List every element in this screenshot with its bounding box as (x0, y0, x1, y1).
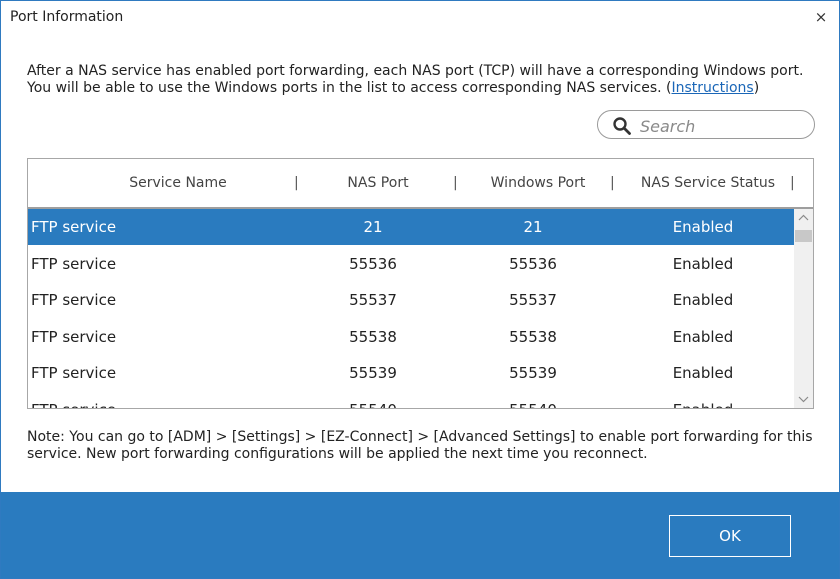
table-row[interactable]: FTP service 55539 55539 Enabled (28, 355, 794, 391)
service-name-cell: FTP service (31, 328, 117, 346)
windows-port-cell: 55540 (458, 401, 608, 408)
search-box[interactable] (597, 110, 815, 139)
vertical-scrollbar[interactable] (794, 209, 813, 408)
table-body: FTP service 21 21 Enabled FTP service 55… (28, 209, 794, 408)
column-separator: | (453, 175, 458, 191)
search-input[interactable] (638, 115, 802, 137)
description-suffix: ) (753, 80, 760, 96)
header-service-name[interactable]: Service Name (118, 175, 238, 191)
dialog-footer: OK (1, 492, 839, 578)
title-bar: Port Information × (1, 1, 839, 35)
status-cell: Enabled (628, 401, 778, 408)
column-separator: | (790, 175, 795, 191)
windows-port-cell: 55538 (509, 328, 557, 346)
header-nas-port[interactable]: NAS Port (328, 175, 428, 191)
column-separator: | (294, 175, 299, 191)
nas-port-cell: 21 (363, 218, 383, 236)
status-cell: Enabled (672, 218, 734, 236)
nas-port-cell: 55536 (349, 255, 397, 273)
service-name-cell: FTP service (31, 218, 117, 236)
status-cell: Enabled (672, 291, 734, 309)
ok-button[interactable]: OK (669, 515, 791, 557)
service-name-cell: FTP service (31, 364, 117, 382)
port-information-dialog: Port Information × After a NAS service h… (0, 0, 840, 579)
note-text: Note: You can go to [ADM] > [Settings] >… (27, 429, 813, 462)
windows-port-cell: 55539 (509, 364, 557, 382)
status-cell: Enabled (672, 255, 734, 273)
service-name-cell: FTP service (31, 255, 117, 273)
service-name-cell: FTP service (31, 401, 116, 408)
search-icon (613, 117, 631, 135)
windows-port-cell: 55537 (509, 291, 557, 309)
status-cell: Enabled (672, 364, 734, 382)
nas-port-cell: 55537 (349, 291, 397, 309)
chevron-up-icon[interactable] (794, 209, 813, 227)
column-separator: | (610, 175, 615, 191)
table-header: Service Name | NAS Port | Windows Port |… (28, 159, 813, 209)
chevron-down-icon[interactable] (794, 390, 813, 408)
scrollbar-thumb[interactable] (795, 230, 812, 242)
port-table: Service Name | NAS Port | Windows Port |… (27, 158, 814, 409)
table-row[interactable]: FTP service 55537 55537 Enabled (28, 282, 794, 318)
close-icon[interactable]: × (813, 9, 829, 25)
header-nas-service-status[interactable]: NAS Service Status (638, 175, 778, 191)
windows-port-cell: 21 (523, 218, 543, 236)
status-cell: Enabled (672, 328, 734, 346)
table-row[interactable]: FTP service 55538 55538 Enabled (28, 319, 794, 355)
description-text: After a NAS service has enabled port for… (27, 63, 822, 97)
windows-port-cell: 55536 (509, 255, 557, 273)
dialog-title: Port Information (10, 9, 124, 25)
table-row[interactable]: FTP service 55540 55540 Enabled (28, 392, 794, 408)
service-name-cell: FTP service (31, 291, 117, 309)
nas-port-cell: 55540 (298, 401, 448, 408)
nas-port-cell: 55538 (349, 328, 397, 346)
nas-port-cell: 55539 (349, 364, 397, 382)
header-windows-port[interactable]: Windows Port (483, 175, 593, 191)
table-row[interactable]: FTP service 55536 55536 Enabled (28, 246, 794, 282)
instructions-link[interactable]: Instructions (671, 80, 753, 96)
table-row[interactable]: FTP service 21 21 Enabled (28, 209, 794, 245)
